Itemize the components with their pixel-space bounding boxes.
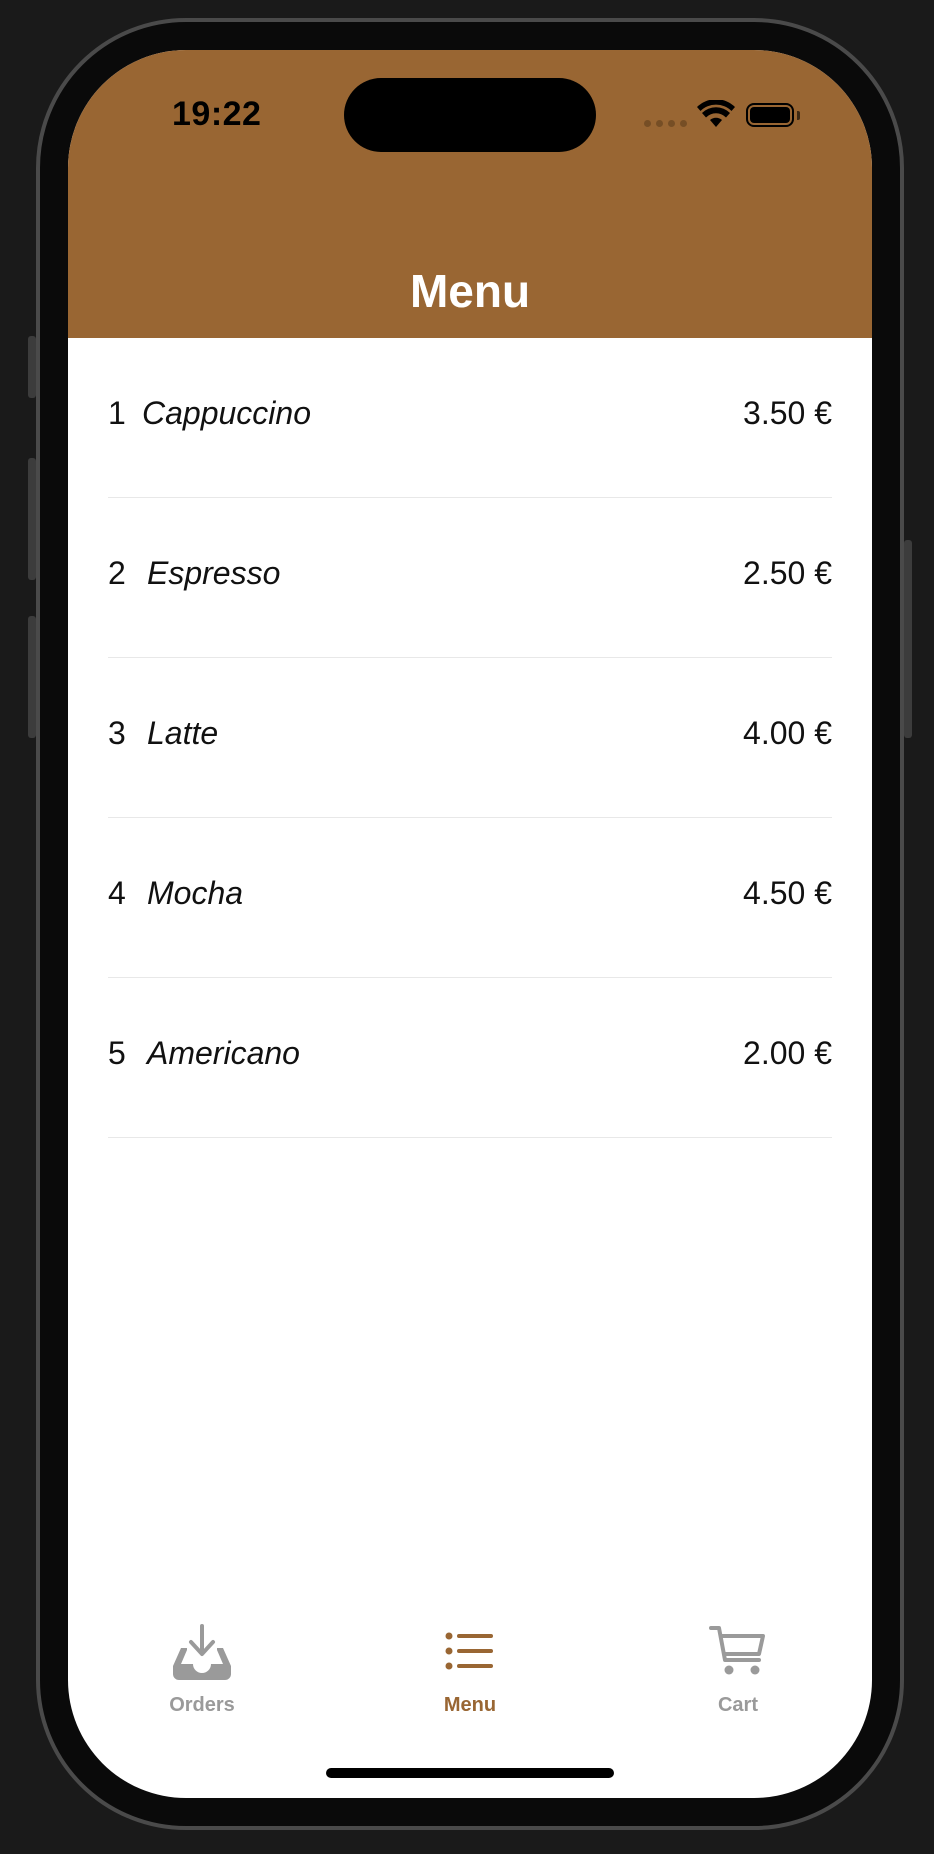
item-name: Americano	[147, 1035, 300, 1071]
battery-icon	[746, 103, 794, 127]
tab-label: Orders	[169, 1694, 235, 1716]
item-price: 2.00 €	[743, 1035, 832, 1071]
item-name: Latte	[147, 715, 219, 751]
item-price: 4.50 €	[743, 875, 832, 911]
cart-icon	[709, 1626, 765, 1675]
power-button	[904, 540, 912, 738]
tab-menu[interactable]: Menu	[370, 1624, 570, 1744]
tab-cart[interactable]: Cart	[638, 1624, 838, 1744]
item-price: 2.50 €	[743, 555, 832, 591]
cellular-signal-icon	[644, 120, 687, 127]
battery-tip	[797, 111, 800, 120]
app-screen: 19:22 Menu 1 Cappuccino 3.50 € 2 Espress…	[68, 50, 872, 1798]
menu-row[interactable]: 1 Cappuccino 3.50 €	[108, 338, 832, 498]
menu-row[interactable]: 5 Americano 2.00 €	[108, 978, 832, 1138]
item-number: 2	[108, 555, 126, 591]
status-time: 19:22	[172, 95, 262, 133]
navigation-header: 19:22 Menu	[68, 50, 872, 338]
menu-list: 1 Cappuccino 3.50 € 2 Espresso 2.50 € 3 …	[108, 338, 832, 1138]
item-price: 3.50 €	[743, 395, 832, 431]
volume-up-button	[28, 458, 36, 580]
item-number: 4	[108, 875, 126, 911]
page-title: Menu	[409, 265, 531, 317]
action-button	[28, 336, 36, 398]
tab-label: Cart	[717, 1694, 758, 1716]
list-icon	[445, 1632, 493, 1670]
tab-bar: Orders Menu Cart	[68, 1624, 872, 1754]
item-number: 5	[108, 1035, 126, 1071]
item-name: Mocha	[147, 875, 244, 911]
tray-download-icon	[173, 1624, 231, 1680]
menu-row[interactable]: 4 Mocha 4.50 €	[108, 818, 832, 978]
volume-down-button	[28, 616, 36, 738]
item-number: 3	[108, 715, 126, 751]
item-name: Espresso	[147, 555, 281, 591]
item-price: 4.00 €	[743, 715, 832, 751]
dynamic-island	[344, 78, 596, 152]
tab-orders[interactable]: Orders	[102, 1624, 302, 1744]
home-indicator[interactable]	[326, 1768, 614, 1778]
menu-row[interactable]: 3 Latte 4.00 €	[108, 658, 832, 818]
wifi-icon	[697, 100, 735, 127]
tab-label: Menu	[443, 1694, 497, 1716]
item-name: Cappuccino	[142, 395, 311, 431]
item-number: 1	[108, 395, 126, 431]
menu-row[interactable]: 2 Espresso 2.50 €	[108, 498, 832, 658]
